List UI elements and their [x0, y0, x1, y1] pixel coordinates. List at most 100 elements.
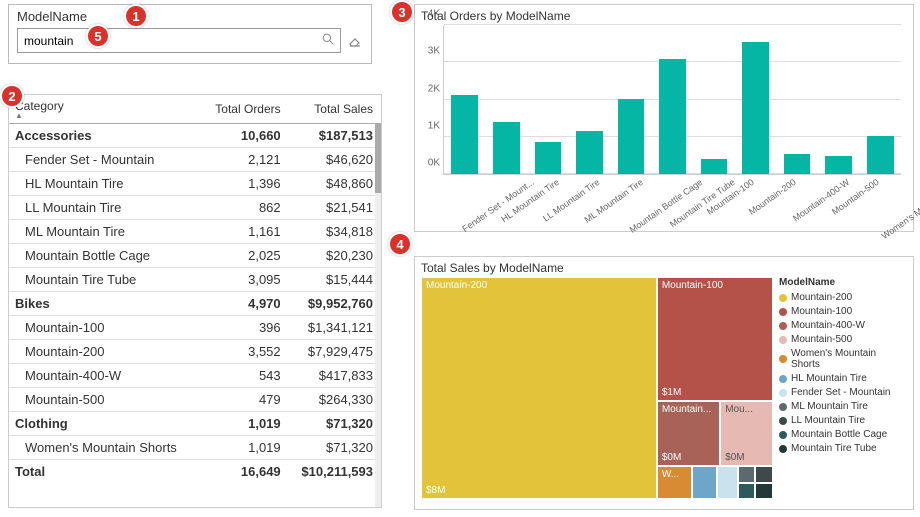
table-row[interactable]: ML Mountain Tire1,161$34,818 [9, 220, 381, 244]
table-row[interactable]: Women's Mountain Shorts1,019$71,320 [9, 436, 381, 460]
treemap-visual: Total Sales by ModelName Mountain-200 $8… [414, 256, 914, 510]
x-axis-label: Women's Mountain Sh... [880, 177, 920, 241]
callout-badge-1: 1 [124, 4, 148, 28]
callout-badge-4: 4 [388, 232, 412, 256]
eraser-icon[interactable] [347, 33, 363, 49]
tree-box-ml-tire[interactable] [738, 466, 756, 484]
tree-box-mountain-400w[interactable]: Mountain... $0M [657, 401, 720, 465]
tree-box-mountain-500[interactable]: Mou... $0M [720, 401, 773, 465]
y-axis-tick: 2K [428, 83, 440, 94]
legend-item[interactable]: Mountain Bottle Cage [779, 429, 907, 440]
legend-item[interactable]: LL Mountain Tire [779, 415, 907, 426]
treemap-plot[interactable]: Mountain-200 $8M Mountain-100 $1M Mounta… [421, 277, 773, 499]
table-row[interactable]: Mountain-2003,552$7,929,475 [9, 340, 381, 364]
table-row-category[interactable]: Clothing1,019$71,320 [9, 412, 381, 436]
y-axis-tick: 1K [428, 120, 440, 131]
legend-label: Mountain-500 [791, 334, 852, 345]
legend-label: Mountain-400-W [791, 320, 865, 331]
bar[interactable] [535, 142, 562, 174]
legend-swatch [779, 389, 787, 397]
legend-swatch [779, 355, 787, 363]
legend-item[interactable]: Women's Mountain Shorts [779, 348, 907, 370]
table-row[interactable]: Mountain-100396$1,341,121 [9, 316, 381, 340]
legend-label: Mountain Tire Tube [791, 443, 877, 454]
table-row-category[interactable]: Bikes4,970$9,952,760 [9, 292, 381, 316]
legend-swatch [779, 322, 787, 330]
legend-item[interactable]: Mountain-200 [779, 292, 907, 303]
table-scrollbar[interactable] [375, 123, 381, 507]
table-row[interactable]: LL Mountain Tire862$21,541 [9, 196, 381, 220]
legend-label: ML Mountain Tire [791, 401, 868, 412]
bar[interactable] [618, 99, 645, 174]
legend-item[interactable]: HL Mountain Tire [779, 373, 907, 384]
tree-box-tire-tube[interactable] [755, 483, 773, 499]
bar[interactable] [576, 131, 603, 174]
legend-label: HL Mountain Tire [791, 373, 867, 384]
table-row[interactable]: Mountain-500479$264,330 [9, 388, 381, 412]
legend-item[interactable]: ML Mountain Tire [779, 401, 907, 412]
callout-badge-2: 2 [0, 84, 24, 108]
bar[interactable] [451, 95, 478, 174]
legend-item[interactable]: Mountain-100 [779, 306, 907, 317]
y-axis-tick: 0K [428, 158, 440, 169]
bar[interactable] [784, 154, 811, 174]
table-row[interactable]: Mountain Tire Tube3,095$15,444 [9, 268, 381, 292]
category-table-visual: Category▲ Total Orders Total Sales Acces… [8, 94, 382, 508]
bar-chart-visual: Total Orders by ModelName 0K1K2K3K4K Fen… [414, 4, 914, 232]
tree-box-wms[interactable]: W... [657, 466, 692, 499]
legend-swatch [779, 336, 787, 344]
category-table: Category▲ Total Orders Total Sales Acces… [9, 95, 381, 483]
tree-box-fender[interactable] [717, 466, 738, 499]
bar[interactable] [701, 159, 728, 174]
legend-title: ModelName [779, 277, 907, 288]
sort-asc-icon: ▲ [15, 113, 195, 119]
legend-item[interactable]: Mountain-500 [779, 334, 907, 345]
legend-swatch [779, 417, 787, 425]
tree-box-mountain-100[interactable]: Mountain-100 $1M [657, 277, 773, 401]
legend-label: Fender Set - Mountain [791, 387, 891, 398]
legend-item[interactable]: Fender Set - Mountain [779, 387, 907, 398]
table-row[interactable]: Mountain-400-W543$417,833 [9, 364, 381, 388]
bar-chart-title: Total Orders by ModelName [421, 9, 907, 23]
legend-label: Mountain Bottle Cage [791, 429, 887, 440]
bar[interactable] [742, 42, 769, 174]
legend-label: Mountain-100 [791, 306, 852, 317]
treemap-legend: ModelName Mountain-200 Mountain-100 Mounta… [779, 277, 907, 499]
legend-swatch [779, 308, 787, 316]
bar[interactable] [867, 136, 894, 174]
table-row-category[interactable]: Accessories10,660$187,513 [9, 124, 381, 148]
modelname-slicer: ModelName [8, 4, 372, 64]
table-row[interactable]: HL Mountain Tire1,396$48,860 [9, 172, 381, 196]
col-category[interactable]: Category▲ [9, 95, 203, 124]
tree-box-bottle-cage[interactable] [738, 483, 756, 499]
legend-swatch [779, 445, 787, 453]
legend-label: Women's Mountain Shorts [791, 348, 907, 370]
col-orders[interactable]: Total Orders [203, 95, 288, 124]
bar[interactable] [493, 122, 520, 174]
legend-item[interactable]: Mountain-400-W [779, 320, 907, 331]
legend-swatch [779, 431, 787, 439]
treemap-title: Total Sales by ModelName [421, 261, 907, 275]
bar-chart-plot[interactable]: 0K1K2K3K4K [443, 25, 901, 175]
legend-swatch [779, 375, 787, 383]
search-input[interactable] [24, 34, 322, 48]
table-row[interactable]: Mountain Bottle Cage2,025$20,230 [9, 244, 381, 268]
legend-swatch [779, 294, 787, 302]
tree-box-ll-tire[interactable] [755, 466, 773, 484]
tree-box-hl-tire[interactable] [692, 466, 717, 499]
table-row[interactable]: Fender Set - Mountain2,121$46,620 [9, 148, 381, 172]
col-sales[interactable]: Total Sales [289, 95, 381, 124]
table-row-total: Total16,649$10,211,593 [9, 460, 381, 484]
bar[interactable] [825, 156, 852, 174]
slicer-title: ModelName [17, 9, 363, 24]
y-axis-tick: 3K [428, 46, 440, 57]
search-icon [322, 33, 334, 48]
bar[interactable] [659, 59, 686, 174]
legend-swatch [779, 403, 787, 411]
callout-badge-3: 3 [390, 0, 414, 24]
slicer-search-box[interactable] [17, 28, 341, 53]
legend-item[interactable]: Mountain Tire Tube [779, 443, 907, 454]
callout-badge-5: 5 [86, 24, 110, 48]
tree-box-mountain-200[interactable]: Mountain-200 $8M [421, 277, 657, 499]
legend-label: Mountain-200 [791, 292, 852, 303]
